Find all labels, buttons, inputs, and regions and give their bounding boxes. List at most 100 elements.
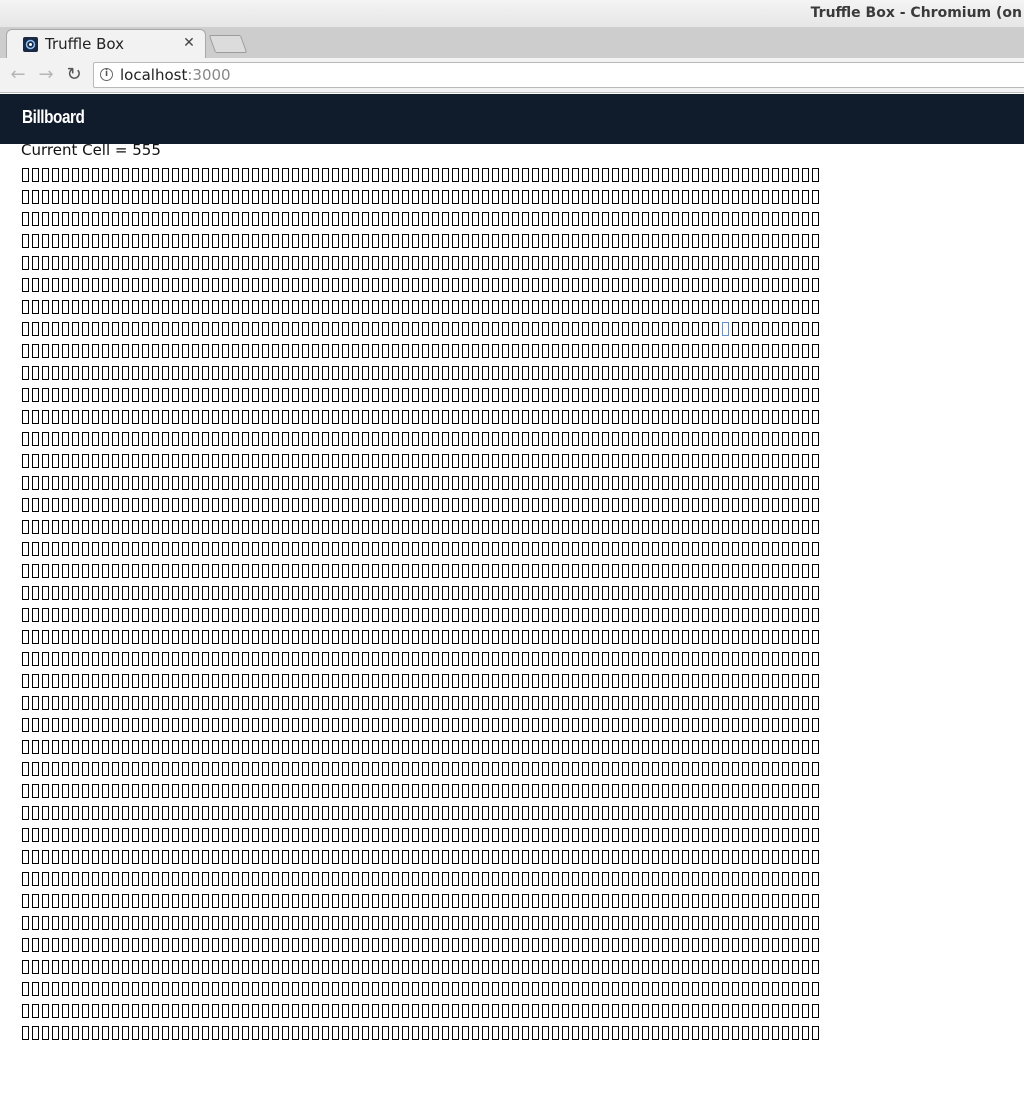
- grid-cell[interactable]: [642, 850, 649, 864]
- grid-cell[interactable]: [242, 300, 249, 314]
- grid-cell[interactable]: [152, 674, 159, 688]
- grid-cell[interactable]: [432, 366, 439, 380]
- grid-cell[interactable]: [542, 300, 549, 314]
- grid-cell[interactable]: [122, 542, 129, 556]
- grid-cell[interactable]: [742, 674, 749, 688]
- grid-cell[interactable]: [592, 366, 599, 380]
- grid-cell[interactable]: [22, 674, 29, 688]
- grid-cell[interactable]: [632, 278, 639, 292]
- grid-cell[interactable]: [542, 1026, 549, 1040]
- grid-cell[interactable]: [162, 784, 169, 798]
- grid-cell[interactable]: [402, 608, 409, 622]
- grid-cell[interactable]: [732, 740, 739, 754]
- grid-cell[interactable]: [392, 212, 399, 226]
- grid-cell[interactable]: [412, 916, 419, 930]
- grid-cell[interactable]: [72, 410, 79, 424]
- grid-cell[interactable]: [382, 740, 389, 754]
- grid-cell[interactable]: [662, 212, 669, 226]
- grid-cell[interactable]: [632, 1004, 639, 1018]
- grid-cell[interactable]: [262, 520, 269, 534]
- grid-cell[interactable]: [682, 432, 689, 446]
- grid-cell[interactable]: [342, 366, 349, 380]
- grid-cell[interactable]: [322, 586, 329, 600]
- grid-cell[interactable]: [592, 454, 599, 468]
- grid-cell[interactable]: [582, 938, 589, 952]
- grid-cell[interactable]: [642, 190, 649, 204]
- grid-cell[interactable]: [442, 1026, 449, 1040]
- grid-cell[interactable]: [482, 674, 489, 688]
- grid-cell[interactable]: [442, 388, 449, 402]
- grid-cell[interactable]: [732, 300, 739, 314]
- grid-cell[interactable]: [612, 564, 619, 578]
- grid-cell[interactable]: [172, 586, 179, 600]
- grid-cell[interactable]: [412, 388, 419, 402]
- grid-cell[interactable]: [352, 916, 359, 930]
- grid-cell[interactable]: [462, 432, 469, 446]
- grid-cell[interactable]: [352, 190, 359, 204]
- grid-cell[interactable]: [632, 894, 639, 908]
- grid-cell[interactable]: [612, 740, 619, 754]
- grid-cell[interactable]: [392, 762, 399, 776]
- grid-cell[interactable]: [682, 740, 689, 754]
- grid-cell[interactable]: [142, 322, 149, 336]
- grid-cell[interactable]: [42, 168, 49, 182]
- grid-cell[interactable]: [632, 300, 639, 314]
- grid-cell[interactable]: [402, 872, 409, 886]
- grid-cell[interactable]: [52, 366, 59, 380]
- grid-cell[interactable]: [392, 234, 399, 248]
- grid-cell[interactable]: [742, 872, 749, 886]
- grid-cell[interactable]: [682, 828, 689, 842]
- grid-cell[interactable]: [272, 190, 279, 204]
- grid-cell[interactable]: [172, 212, 179, 226]
- grid-cell[interactable]: [622, 740, 629, 754]
- grid-cell[interactable]: [422, 784, 429, 798]
- grid-cell[interactable]: [602, 564, 609, 578]
- grid-cell[interactable]: [702, 872, 709, 886]
- grid-cell[interactable]: [742, 696, 749, 710]
- grid-cell[interactable]: [142, 850, 149, 864]
- grid-cell[interactable]: [412, 432, 419, 446]
- grid-cell[interactable]: [192, 762, 199, 776]
- grid-cell[interactable]: [472, 894, 479, 908]
- grid-cell[interactable]: [92, 762, 99, 776]
- grid-cell[interactable]: [812, 762, 819, 776]
- grid-cell[interactable]: [222, 872, 229, 886]
- grid-cell[interactable]: [82, 190, 89, 204]
- grid-cell[interactable]: [722, 344, 729, 358]
- grid-cell[interactable]: [702, 718, 709, 732]
- grid-cell[interactable]: [212, 586, 219, 600]
- grid-cell[interactable]: [322, 850, 329, 864]
- grid-cell[interactable]: [712, 1004, 719, 1018]
- grid-cell[interactable]: [232, 872, 239, 886]
- grid-cell[interactable]: [692, 212, 699, 226]
- grid-cell[interactable]: [122, 982, 129, 996]
- grid-cell[interactable]: [152, 520, 159, 534]
- grid-cell[interactable]: [772, 388, 779, 402]
- grid-cell[interactable]: [522, 894, 529, 908]
- grid-cell[interactable]: [322, 234, 329, 248]
- grid-cell[interactable]: [342, 652, 349, 666]
- grid-cell[interactable]: [802, 454, 809, 468]
- grid-cell[interactable]: [702, 784, 709, 798]
- grid-cell[interactable]: [102, 454, 109, 468]
- grid-cell[interactable]: [552, 718, 559, 732]
- grid-cell[interactable]: [282, 190, 289, 204]
- grid-cell[interactable]: [302, 322, 309, 336]
- grid-cell[interactable]: [702, 498, 709, 512]
- grid-cell[interactable]: [722, 982, 729, 996]
- grid-cell[interactable]: [592, 674, 599, 688]
- grid-cell[interactable]: [252, 564, 259, 578]
- grid-cell[interactable]: [642, 630, 649, 644]
- grid-cell[interactable]: [682, 806, 689, 820]
- grid-cell[interactable]: [182, 894, 189, 908]
- grid-cell[interactable]: [212, 520, 219, 534]
- grid-cell[interactable]: [562, 432, 569, 446]
- grid-cell[interactable]: [502, 168, 509, 182]
- grid-cell[interactable]: [542, 1004, 549, 1018]
- grid-cell[interactable]: [152, 828, 159, 842]
- grid-cell[interactable]: [492, 652, 499, 666]
- grid-cell[interactable]: [372, 256, 379, 270]
- grid-cell[interactable]: [382, 718, 389, 732]
- grid-cell[interactable]: [322, 762, 329, 776]
- grid-cell[interactable]: [602, 454, 609, 468]
